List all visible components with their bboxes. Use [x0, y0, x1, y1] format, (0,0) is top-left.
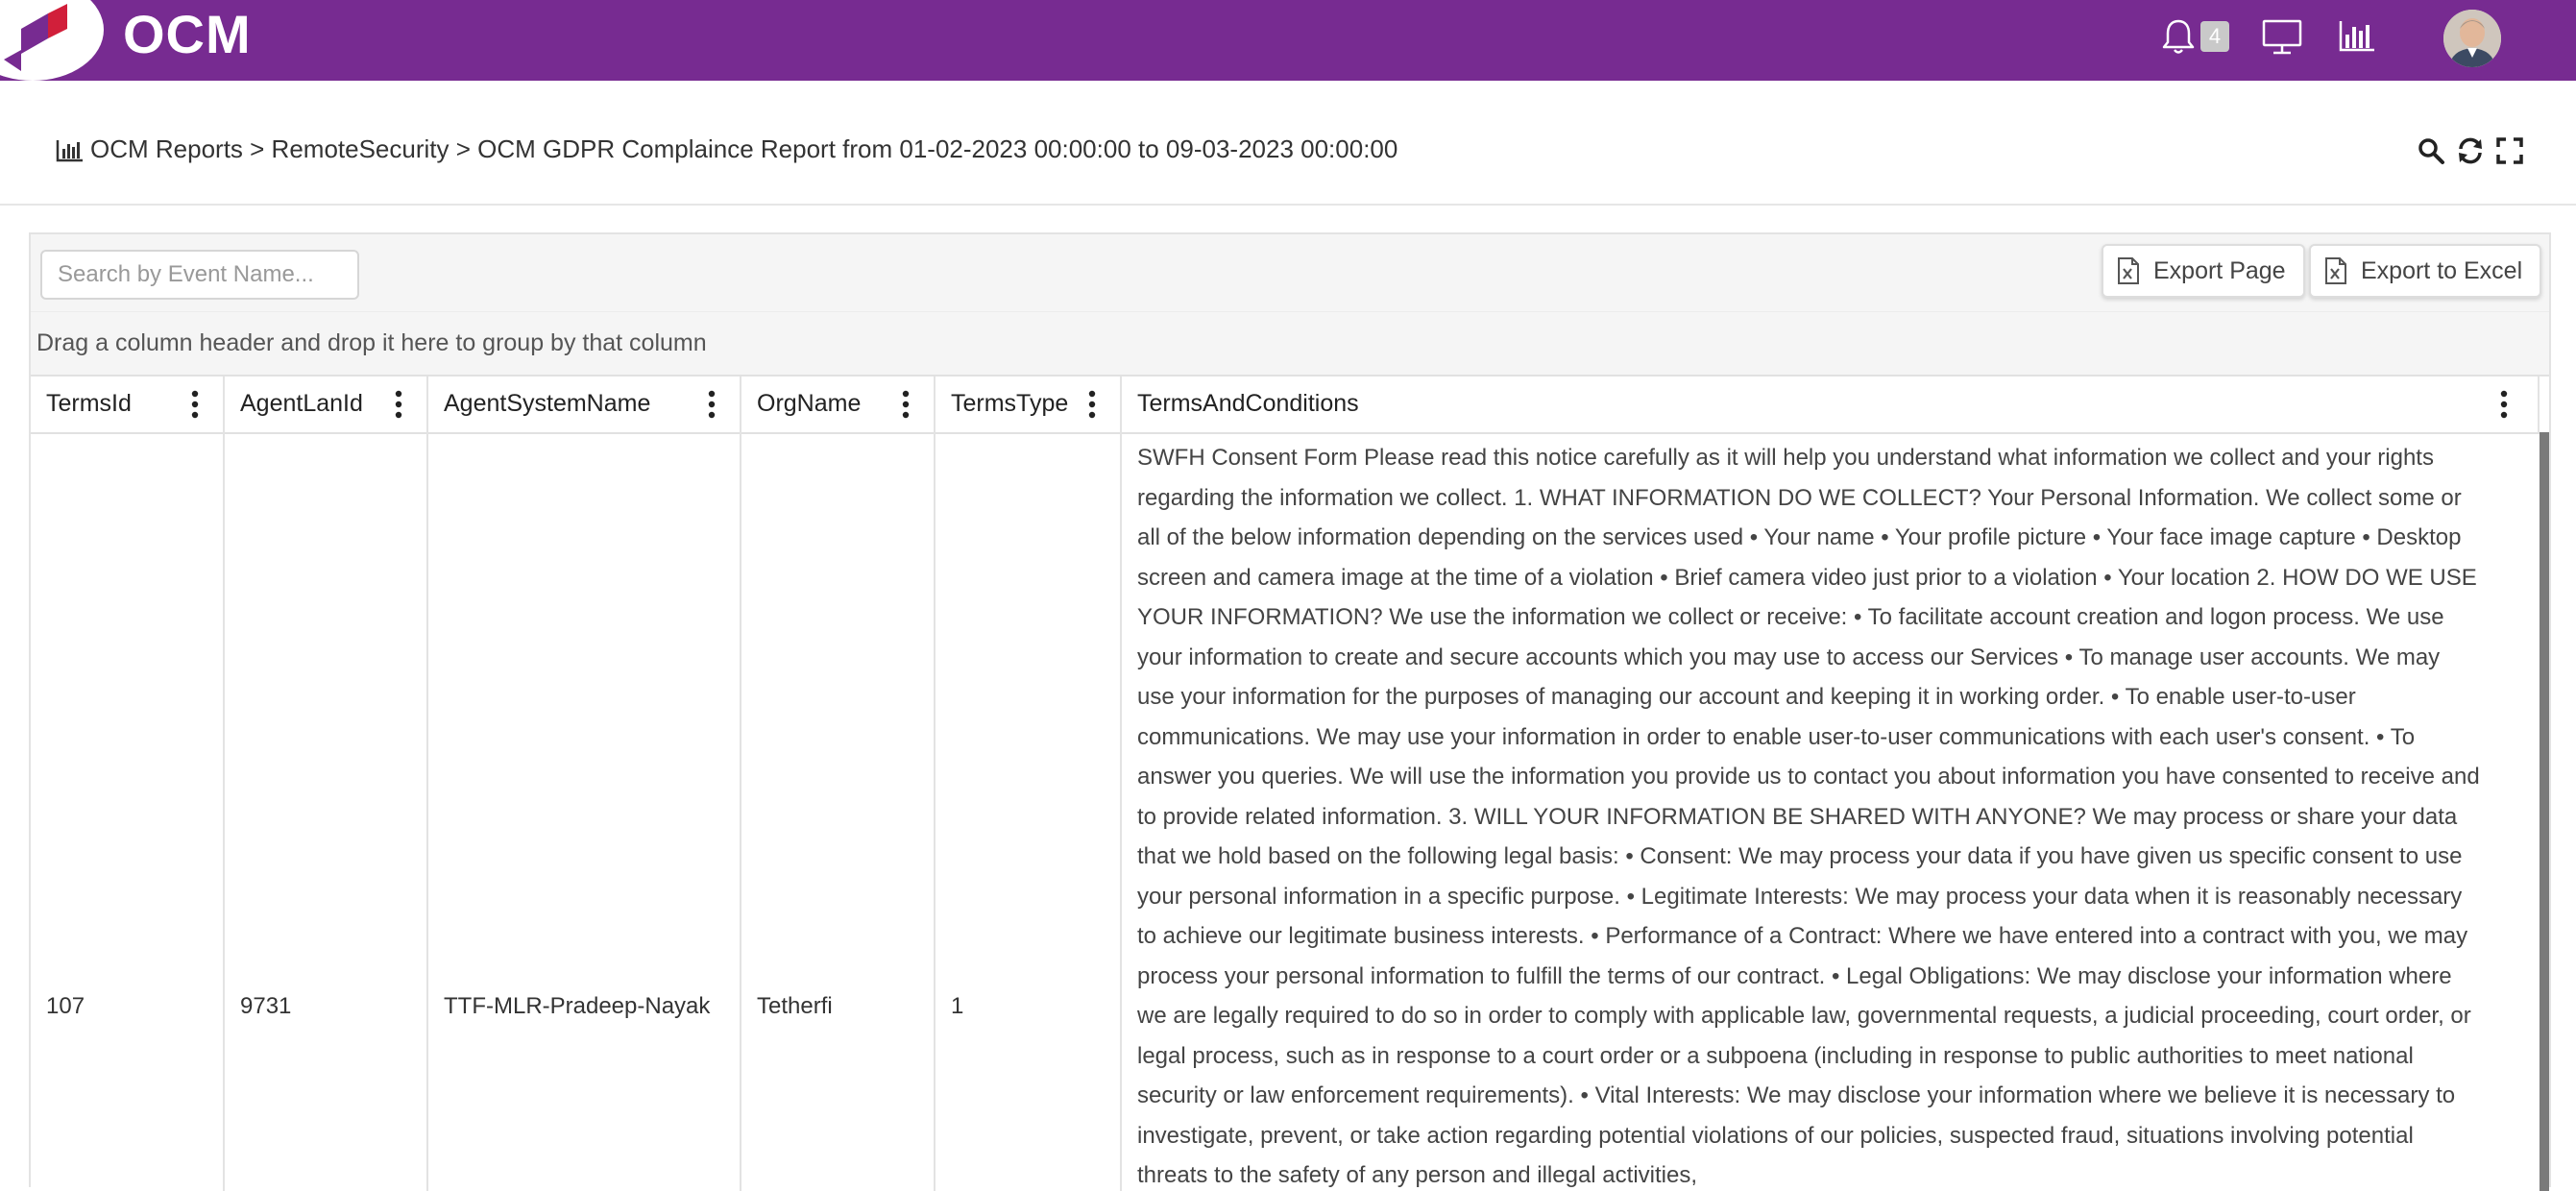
- kebab-menu-icon[interactable]: [394, 390, 403, 419]
- avatar[interactable]: [2443, 10, 2501, 67]
- kebab-menu-icon[interactable]: [2499, 390, 2509, 419]
- column-header-termsid[interactable]: TermsId: [31, 377, 225, 432]
- monitor-icon[interactable]: [2259, 13, 2305, 60]
- ocm-logo-icon: [4, 4, 67, 71]
- kebab-menu-icon[interactable]: [707, 390, 717, 419]
- excel-file-icon: [2325, 257, 2346, 284]
- report-grid: Export Page Export to Excel Drag a colum…: [29, 232, 2551, 1191]
- cell-orgname: Tetherfi: [741, 432, 936, 1191]
- cell-agentlanid: 9731: [225, 432, 428, 1191]
- column-header-agentsystemname[interactable]: AgentSystemName: [428, 377, 741, 432]
- excel-file-icon: [2118, 257, 2139, 284]
- fullscreen-icon[interactable]: [2495, 136, 2524, 165]
- export-excel-button[interactable]: Export to Excel: [2309, 244, 2542, 298]
- bell-icon[interactable]: [2155, 13, 2201, 60]
- search-input[interactable]: [40, 250, 359, 300]
- top-bar: OCM 4: [0, 0, 2576, 81]
- column-header-termstype[interactable]: TermsType: [936, 377, 1122, 432]
- breadcrumb-bar: OCM Reports > RemoteSecurity > OCM GDPR …: [0, 81, 2576, 206]
- kebab-menu-icon[interactable]: [901, 390, 911, 419]
- export-page-label: Export Page: [2153, 256, 2286, 284]
- vertical-scrollbar[interactable]: [2540, 432, 2549, 1191]
- kebab-menu-icon[interactable]: [190, 390, 200, 419]
- column-header-termsandconditions[interactable]: TermsAndConditions: [1122, 377, 2540, 432]
- app-title: OCM: [123, 4, 252, 64]
- breadcrumb: OCM Reports > RemoteSecurity > OCM GDPR …: [90, 134, 1398, 163]
- column-header-orgname[interactable]: OrgName: [741, 377, 936, 432]
- table-body: 107 9731 TTF-MLR-Pradeep-Nayak Tetherfi …: [31, 432, 2549, 1191]
- report-chart-icon: [56, 140, 83, 162]
- column-header-agentlanid[interactable]: AgentLanId: [225, 377, 428, 432]
- table-header: TermsId AgentLanId AgentSystemName OrgNa…: [31, 375, 2549, 434]
- cell-termsandconditions: SWFH Consent Form Please read this notic…: [1122, 432, 2540, 1191]
- export-page-button[interactable]: Export Page: [2102, 244, 2305, 298]
- cell-termsid: 107: [31, 432, 225, 1191]
- refresh-icon[interactable]: [2456, 136, 2485, 165]
- cell-termstype: 1: [936, 432, 1122, 1191]
- export-excel-label: Export to Excel: [2361, 256, 2523, 284]
- grid-toolbar: Export Page Export to Excel: [31, 234, 2549, 311]
- search-icon[interactable]: [2417, 136, 2445, 165]
- bar-chart-icon[interactable]: [2334, 13, 2380, 60]
- kebab-menu-icon[interactable]: [1087, 390, 1097, 419]
- cell-agentsystemname: TTF-MLR-Pradeep-Nayak: [428, 432, 741, 1191]
- group-hint: Drag a column header and drop it here to…: [36, 329, 707, 356]
- group-drop-zone[interactable]: Drag a column header and drop it here to…: [31, 311, 2549, 376]
- notification-badge: 4: [2200, 21, 2229, 52]
- terms-text: SWFH Consent Form Please read this notic…: [1137, 445, 2480, 1188]
